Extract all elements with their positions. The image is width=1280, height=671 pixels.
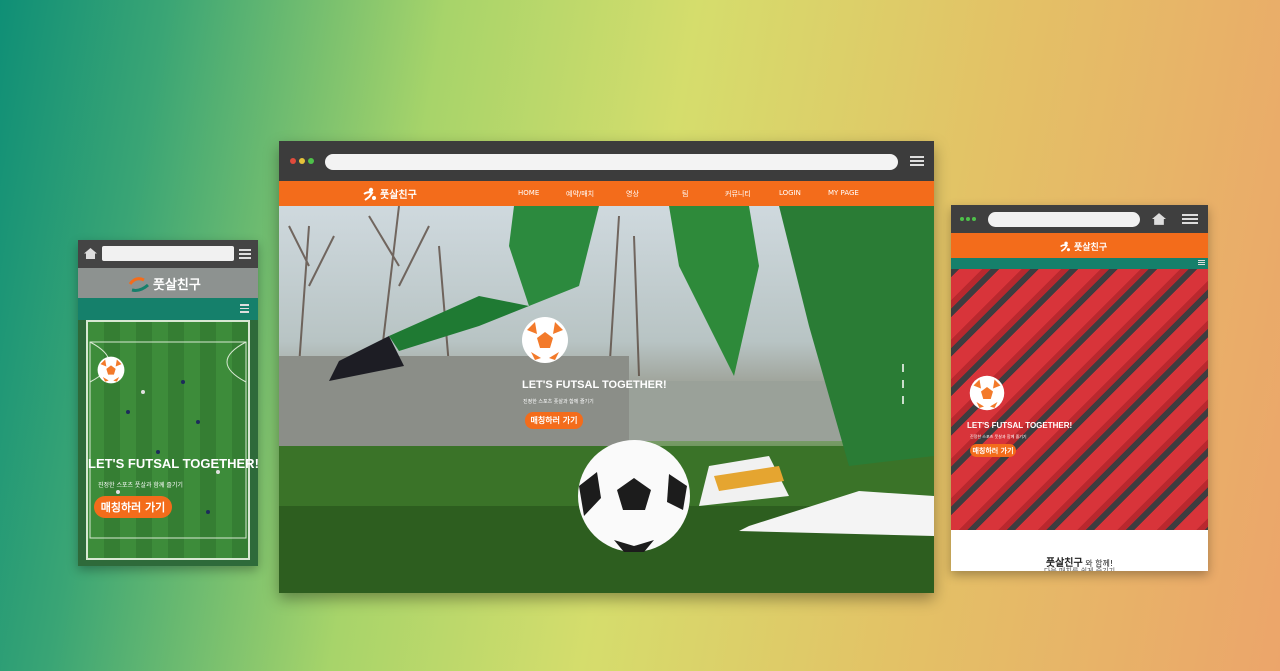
mobile-header: 풋살친구 <box>78 268 258 298</box>
close-dot-icon[interactable] <box>290 158 296 164</box>
minimize-dot-icon[interactable] <box>299 158 305 164</box>
tablet-mockup: 풋살친구 LET'S FUTSAL TOGETHER! 진정한 스포츠 풋살과 … <box>951 205 1208 571</box>
browser-toolbar <box>279 141 934 181</box>
site-nav: 풋살친구 HOME 예약/매치 영상 팀 커뮤니티 LOGIN MY PAGE <box>279 181 934 206</box>
hamburger-menu-icon[interactable] <box>1182 214 1198 224</box>
nav-reservation[interactable]: 예약/매치 <box>566 189 594 199</box>
hamburger-menu-icon[interactable] <box>240 304 249 314</box>
nav-community[interactable]: 커뮤니티 <box>725 189 751 199</box>
address-bar[interactable] <box>102 246 234 261</box>
window-dot-icon[interactable] <box>972 217 976 221</box>
soccer-ball-icon <box>969 375 1005 411</box>
home-icon[interactable] <box>84 248 97 259</box>
hamburger-menu-icon[interactable] <box>239 249 251 259</box>
hero-title: LET'S FUTSAL TOGETHER! <box>88 456 259 471</box>
hero-photo <box>279 206 934 593</box>
mobile-menu-bar <box>78 298 258 320</box>
nav-video[interactable]: 영상 <box>626 189 639 199</box>
stadium-seats-image: LET'S FUTSAL TOGETHER! 진정한 스포츠 풋살과 함께 즐기… <box>951 269 1208 530</box>
hero-subtitle: 진정한 스포츠 풋살과 함께 즐기기 <box>523 399 594 405</box>
nav-mypage[interactable]: MY PAGE <box>828 189 859 197</box>
home-icon[interactable] <box>1152 213 1166 225</box>
hero-title: LET'S FUTSAL TOGETHER! <box>522 379 667 391</box>
nav-login[interactable]: LOGIN <box>779 189 801 197</box>
mobile-mockup: 풋살친구 LET'S FUTSAL TOGETHER! 진정한 스포츠 풋살과 … <box>78 240 259 566</box>
nav-team[interactable]: 팀 <box>682 189 688 199</box>
logo-text: 풋살친구 <box>1074 243 1108 253</box>
desktop-browser-mockup: 풋살친구 HOME 예약/매치 영상 팀 커뮤니티 LOGIN MY PAGE <box>279 141 934 593</box>
section-subtitle: 다음 매치를 쉽게 즐기기 <box>1043 567 1116 571</box>
hero-title: LET'S FUTSAL TOGETHER! <box>967 421 1073 430</box>
site-logo[interactable]: 풋살친구 <box>361 186 417 201</box>
address-bar[interactable] <box>988 212 1140 227</box>
match-button[interactable]: 매칭하러 가기 <box>94 496 172 518</box>
site-logo[interactable]: 풋살친구 <box>1058 240 1107 253</box>
logo-runner-icon <box>1060 241 1070 252</box>
mobile-toolbar <box>78 240 258 268</box>
hero-subtitle: 진정한 스포츠 풋살과 함께 즐기기 <box>98 482 183 489</box>
logo-text: 풋살친구 <box>153 278 201 293</box>
site-nav: 풋살친구 <box>951 233 1208 258</box>
match-button[interactable]: 매칭하러 가기 <box>970 444 1016 457</box>
window-dot-icon[interactable] <box>960 217 964 221</box>
soccer-ball-icon <box>522 317 568 363</box>
hero-subtitle: 진정한 스포츠 풋살과 함께 즐기기 <box>970 434 1027 439</box>
logo-runner-icon <box>128 276 149 292</box>
logo-text: 풋살친구 <box>380 190 417 201</box>
nav-home[interactable]: HOME <box>518 189 539 197</box>
tablet-menu-bar <box>951 258 1208 269</box>
window-dot-icon[interactable] <box>966 217 970 221</box>
site-logo[interactable]: 풋살친구 <box>128 274 201 293</box>
logo-runner-icon <box>363 187 376 201</box>
tablet-toolbar <box>951 205 1208 233</box>
hero-section: LET'S FUTSAL TOGETHER! 진정한 스포츠 풋살과 함께 즐기… <box>279 206 934 593</box>
match-button[interactable]: 매칭하러 가기 <box>525 412 583 429</box>
hamburger-menu-icon[interactable] <box>910 156 924 166</box>
futsal-field-image: LET'S FUTSAL TOGETHER! 진정한 스포츠 풋살과 함께 즐기… <box>86 320 259 560</box>
address-bar[interactable] <box>325 154 898 170</box>
soccer-ball-icon <box>97 356 125 384</box>
maximize-dot-icon[interactable] <box>308 158 314 164</box>
